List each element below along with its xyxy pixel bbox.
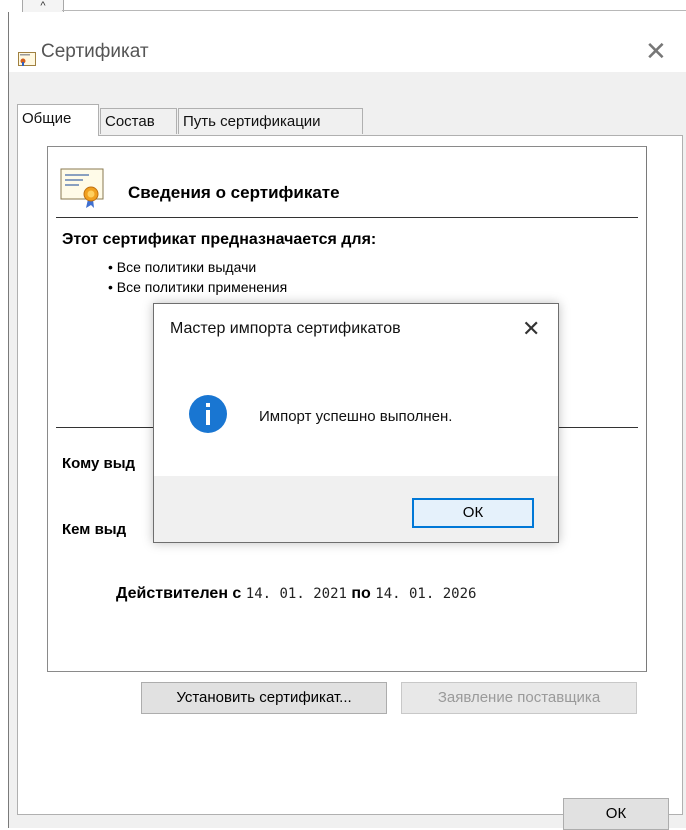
valid-to-date: 14. 01. 2026	[375, 586, 477, 602]
modal-message: Импорт успешно выполнен.	[259, 408, 453, 425]
certificate-icon	[60, 168, 104, 208]
window-title: Сертификат	[41, 41, 149, 62]
certificate-icon	[18, 52, 36, 66]
issued-by-label: Кем выд	[62, 521, 127, 538]
info-title: Сведения о сертификате	[128, 183, 340, 202]
issued-to-label: Кому выд	[62, 455, 136, 472]
modal-close-button[interactable]: ✕	[522, 316, 540, 342]
ok-button[interactable]: ОК	[563, 798, 669, 830]
tab-details[interactable]: Состав	[100, 108, 177, 134]
modal-ok-button[interactable]: ОК	[412, 498, 534, 528]
modal-footer: ОК	[154, 476, 558, 542]
purpose-item: • Все политики применения	[108, 279, 288, 295]
validity-row: Действителен с 14. 01. 2021 по 14. 01. 2…	[116, 585, 476, 603]
issuer-statement-button[interactable]: Заявление поставщика	[401, 682, 637, 714]
divider	[56, 217, 638, 218]
top-strip	[0, 0, 686, 10]
modal-title: Мастер импорта сертификатов	[170, 320, 401, 337]
title-bar: Сертификат ✕	[9, 12, 686, 72]
install-certificate-button[interactable]: Установить сертификат...	[141, 682, 387, 714]
valid-from-label: Действителен с	[116, 585, 242, 602]
import-success-dialog: Мастер импорта сертификатов ✕ Импорт усп…	[153, 303, 559, 543]
tab-certification-path[interactable]: Путь сертификации	[178, 108, 363, 134]
valid-to-label: по	[351, 585, 371, 602]
divider	[62, 10, 686, 11]
tab-general[interactable]: Общие	[17, 104, 99, 136]
purpose-item: • Все политики выдачи	[108, 259, 257, 275]
purpose-heading: Этот сертификат предназначается для:	[62, 231, 377, 248]
close-button[interactable]: ✕	[645, 38, 667, 64]
info-icon	[189, 395, 227, 433]
valid-from-date: 14. 01. 2021	[245, 586, 347, 602]
